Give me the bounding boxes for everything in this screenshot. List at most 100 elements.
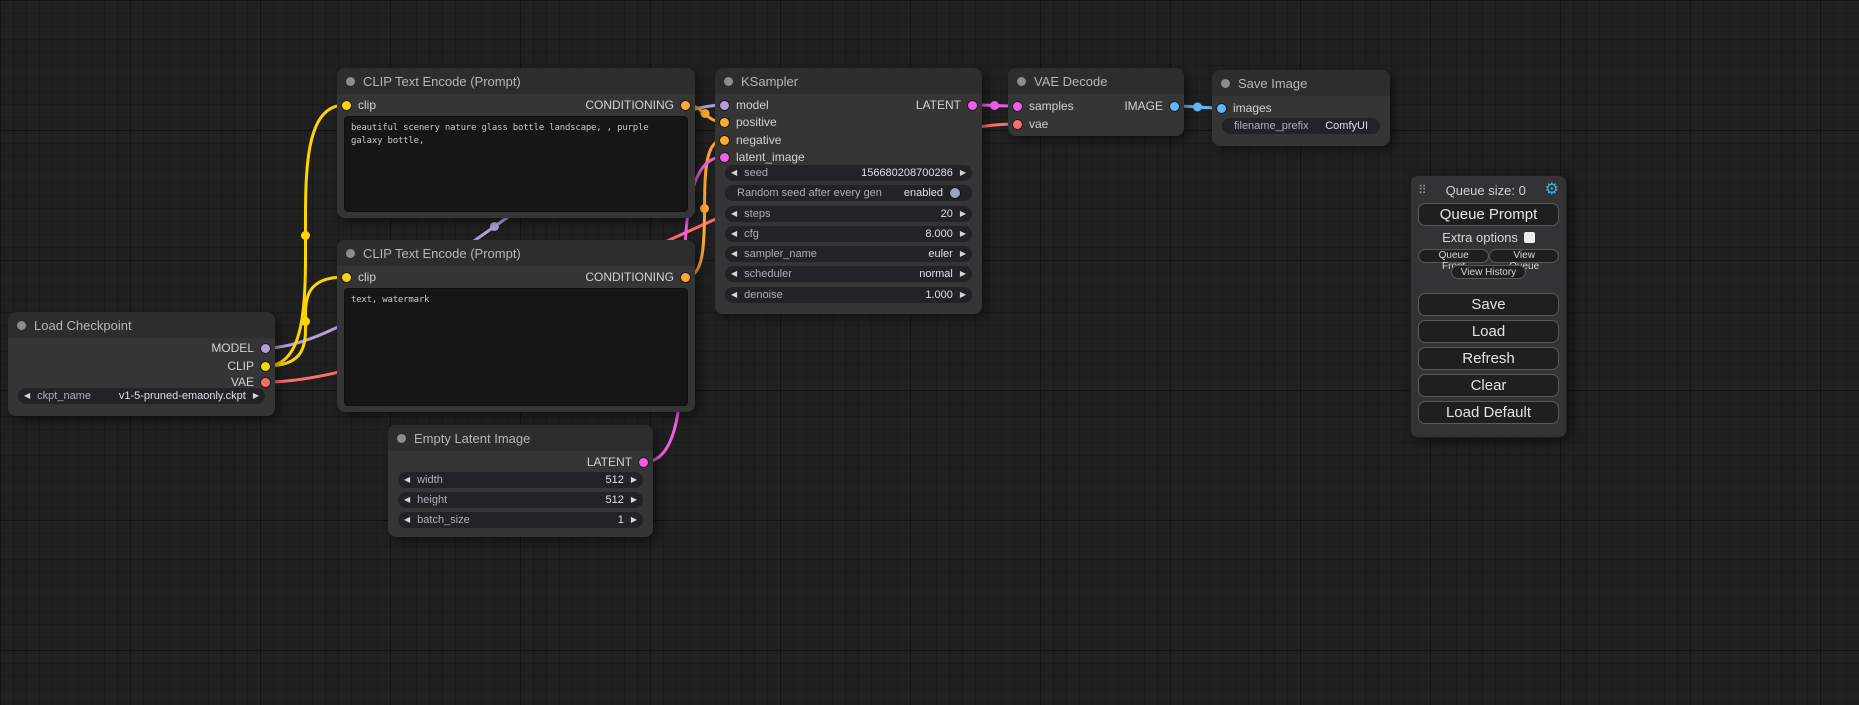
increment-arrow-icon[interactable]: ▶ — [960, 169, 966, 177]
output-dot-latent[interactable] — [968, 101, 977, 110]
widget-ckpt-name[interactable]: ◀ ckpt_name v1-5-pruned-emaonly.ckpt ▶ — [18, 388, 265, 404]
node-title-bar[interactable]: KSampler — [715, 68, 982, 94]
node-empty-latent-image[interactable]: Empty Latent Image LATENT ◀ width 512 ▶ … — [388, 425, 653, 537]
increment-arrow-icon[interactable]: ▶ — [253, 392, 259, 400]
queue-front-button[interactable]: Queue Front — [1418, 249, 1489, 263]
increment-arrow-icon[interactable]: ▶ — [631, 476, 637, 484]
decrement-arrow-icon[interactable]: ◀ — [404, 516, 410, 524]
input-slot-model[interactable]: model — [720, 97, 769, 113]
output-dot-model[interactable] — [261, 344, 270, 353]
widget-cfg[interactable]: ◀ cfg 8.000 ▶ — [725, 226, 972, 242]
widget-width[interactable]: ◀ width 512 ▶ — [398, 472, 643, 488]
node-load-checkpoint[interactable]: Load Checkpoint MODEL CLIP VAE ◀ ckpt_na… — [8, 312, 275, 416]
output-dot-clip[interactable] — [261, 362, 270, 371]
collapse-dot-icon[interactable] — [1221, 79, 1230, 88]
collapse-dot-icon[interactable] — [724, 77, 733, 86]
input-slot-clip[interactable]: clip — [342, 269, 376, 285]
node-clip-text-encode-negative[interactable]: CLIP Text Encode (Prompt) clip CONDITION… — [337, 240, 695, 412]
output-slot-model[interactable]: MODEL — [211, 340, 270, 356]
output-slot-latent[interactable]: LATENT — [916, 97, 977, 113]
input-slot-negative[interactable]: negative — [720, 132, 781, 148]
input-slot-positive[interactable]: positive — [720, 114, 777, 130]
widget-random-seed-toggle[interactable]: Random seed after every gen enabled — [725, 185, 972, 201]
node-save-image[interactable]: Save Image images filename_prefix ComfyU… — [1212, 70, 1390, 146]
widget-steps[interactable]: ◀ steps 20 ▶ — [725, 206, 972, 222]
node-graph-canvas[interactable]: Load Checkpoint MODEL CLIP VAE ◀ ckpt_na… — [0, 0, 1859, 705]
output-slot-clip[interactable]: CLIP — [227, 358, 270, 374]
widget-batch-size[interactable]: ◀ batch_size 1 ▶ — [398, 512, 643, 528]
queue-prompt-button[interactable]: Queue Prompt — [1418, 203, 1559, 226]
decrement-arrow-icon[interactable]: ◀ — [24, 392, 30, 400]
input-dot-model[interactable] — [720, 101, 729, 110]
increment-arrow-icon[interactable]: ▶ — [631, 496, 637, 504]
collapse-dot-icon[interactable] — [17, 321, 26, 330]
decrement-arrow-icon[interactable]: ◀ — [404, 496, 410, 504]
node-vae-decode[interactable]: VAE Decode samples vae IMAGE — [1008, 68, 1184, 136]
widget-seed[interactable]: ◀ seed 156680208700286 ▶ — [725, 165, 972, 181]
node-title-bar[interactable]: CLIP Text Encode (Prompt) — [337, 68, 695, 94]
input-slot-samples[interactable]: samples — [1013, 98, 1074, 114]
increment-arrow-icon[interactable]: ▶ — [631, 516, 637, 524]
load-default-button[interactable]: Load Default — [1418, 401, 1559, 424]
node-ksampler[interactable]: KSampler model positive negative latent_… — [715, 68, 982, 314]
decrement-arrow-icon[interactable]: ◀ — [731, 250, 737, 258]
collapse-dot-icon[interactable] — [397, 434, 406, 443]
load-button[interactable]: Load — [1418, 320, 1559, 343]
input-dot-samples[interactable] — [1013, 102, 1022, 111]
output-slot-latent[interactable]: LATENT — [587, 454, 648, 470]
input-dot-vae[interactable] — [1013, 120, 1022, 129]
clear-button[interactable]: Clear — [1418, 374, 1559, 397]
node-clip-text-encode-positive[interactable]: CLIP Text Encode (Prompt) clip CONDITION… — [337, 68, 695, 218]
increment-arrow-icon[interactable]: ▶ — [960, 270, 966, 278]
increment-arrow-icon[interactable]: ▶ — [960, 210, 966, 218]
input-slot-images[interactable]: images — [1217, 100, 1272, 116]
widget-filename-prefix[interactable]: filename_prefix ComfyUI — [1222, 118, 1380, 134]
increment-arrow-icon[interactable]: ▶ — [960, 230, 966, 238]
output-dot-conditioning[interactable] — [681, 101, 690, 110]
toggle-knob[interactable] — [950, 188, 960, 198]
input-dot-negative[interactable] — [720, 136, 729, 145]
negative-prompt-textarea[interactable]: text, watermark — [344, 288, 688, 406]
collapse-dot-icon[interactable] — [346, 77, 355, 86]
output-dot-image[interactable] — [1170, 102, 1179, 111]
collapse-dot-icon[interactable] — [346, 249, 355, 258]
decrement-arrow-icon[interactable]: ◀ — [404, 476, 410, 484]
input-slot-latent-image[interactable]: latent_image — [720, 149, 805, 165]
widget-denoise[interactable]: ◀ denoise 1.000 ▶ — [725, 287, 972, 303]
collapse-dot-icon[interactable] — [1017, 77, 1026, 86]
refresh-button[interactable]: Refresh — [1418, 347, 1559, 370]
input-slot-clip[interactable]: clip — [342, 97, 376, 113]
output-slot-conditioning[interactable]: CONDITIONING — [585, 97, 690, 113]
node-title-bar[interactable]: Load Checkpoint — [8, 312, 275, 338]
decrement-arrow-icon[interactable]: ◀ — [731, 230, 737, 238]
view-history-button[interactable]: View History — [1451, 265, 1526, 279]
output-dot-conditioning[interactable] — [681, 273, 690, 282]
drag-handle-icon[interactable]: ⠿ — [1418, 183, 1427, 197]
input-dot-clip[interactable] — [342, 101, 351, 110]
node-title-bar[interactable]: VAE Decode — [1008, 68, 1184, 94]
decrement-arrow-icon[interactable]: ◀ — [731, 169, 737, 177]
input-dot-positive[interactable] — [720, 118, 729, 127]
output-slot-image[interactable]: IMAGE — [1124, 98, 1179, 114]
settings-gear-icon[interactable]: ⚙ — [1545, 182, 1559, 198]
decrement-arrow-icon[interactable]: ◀ — [731, 210, 737, 218]
increment-arrow-icon[interactable]: ▶ — [960, 291, 966, 299]
widget-height[interactable]: ◀ height 512 ▶ — [398, 492, 643, 508]
view-queue-button[interactable]: View Queue — [1489, 249, 1559, 263]
node-title-bar[interactable]: CLIP Text Encode (Prompt) — [337, 240, 695, 266]
widget-scheduler[interactable]: ◀ scheduler normal ▶ — [725, 266, 972, 282]
decrement-arrow-icon[interactable]: ◀ — [731, 270, 737, 278]
output-slot-vae[interactable]: VAE — [231, 374, 270, 390]
output-dot-latent[interactable] — [639, 458, 648, 467]
input-slot-vae[interactable]: vae — [1013, 116, 1048, 132]
input-dot-latent-image[interactable] — [720, 153, 729, 162]
input-dot-images[interactable] — [1217, 104, 1226, 113]
decrement-arrow-icon[interactable]: ◀ — [731, 291, 737, 299]
widget-sampler-name[interactable]: ◀ sampler_name euler ▶ — [725, 246, 972, 262]
node-title-bar[interactable]: Empty Latent Image — [388, 425, 653, 451]
output-slot-conditioning[interactable]: CONDITIONING — [585, 269, 690, 285]
increment-arrow-icon[interactable]: ▶ — [960, 250, 966, 258]
output-dot-vae[interactable] — [261, 378, 270, 387]
extra-options-checkbox[interactable] — [1524, 232, 1535, 243]
positive-prompt-textarea[interactable]: beautiful scenery nature glass bottle la… — [344, 116, 688, 212]
